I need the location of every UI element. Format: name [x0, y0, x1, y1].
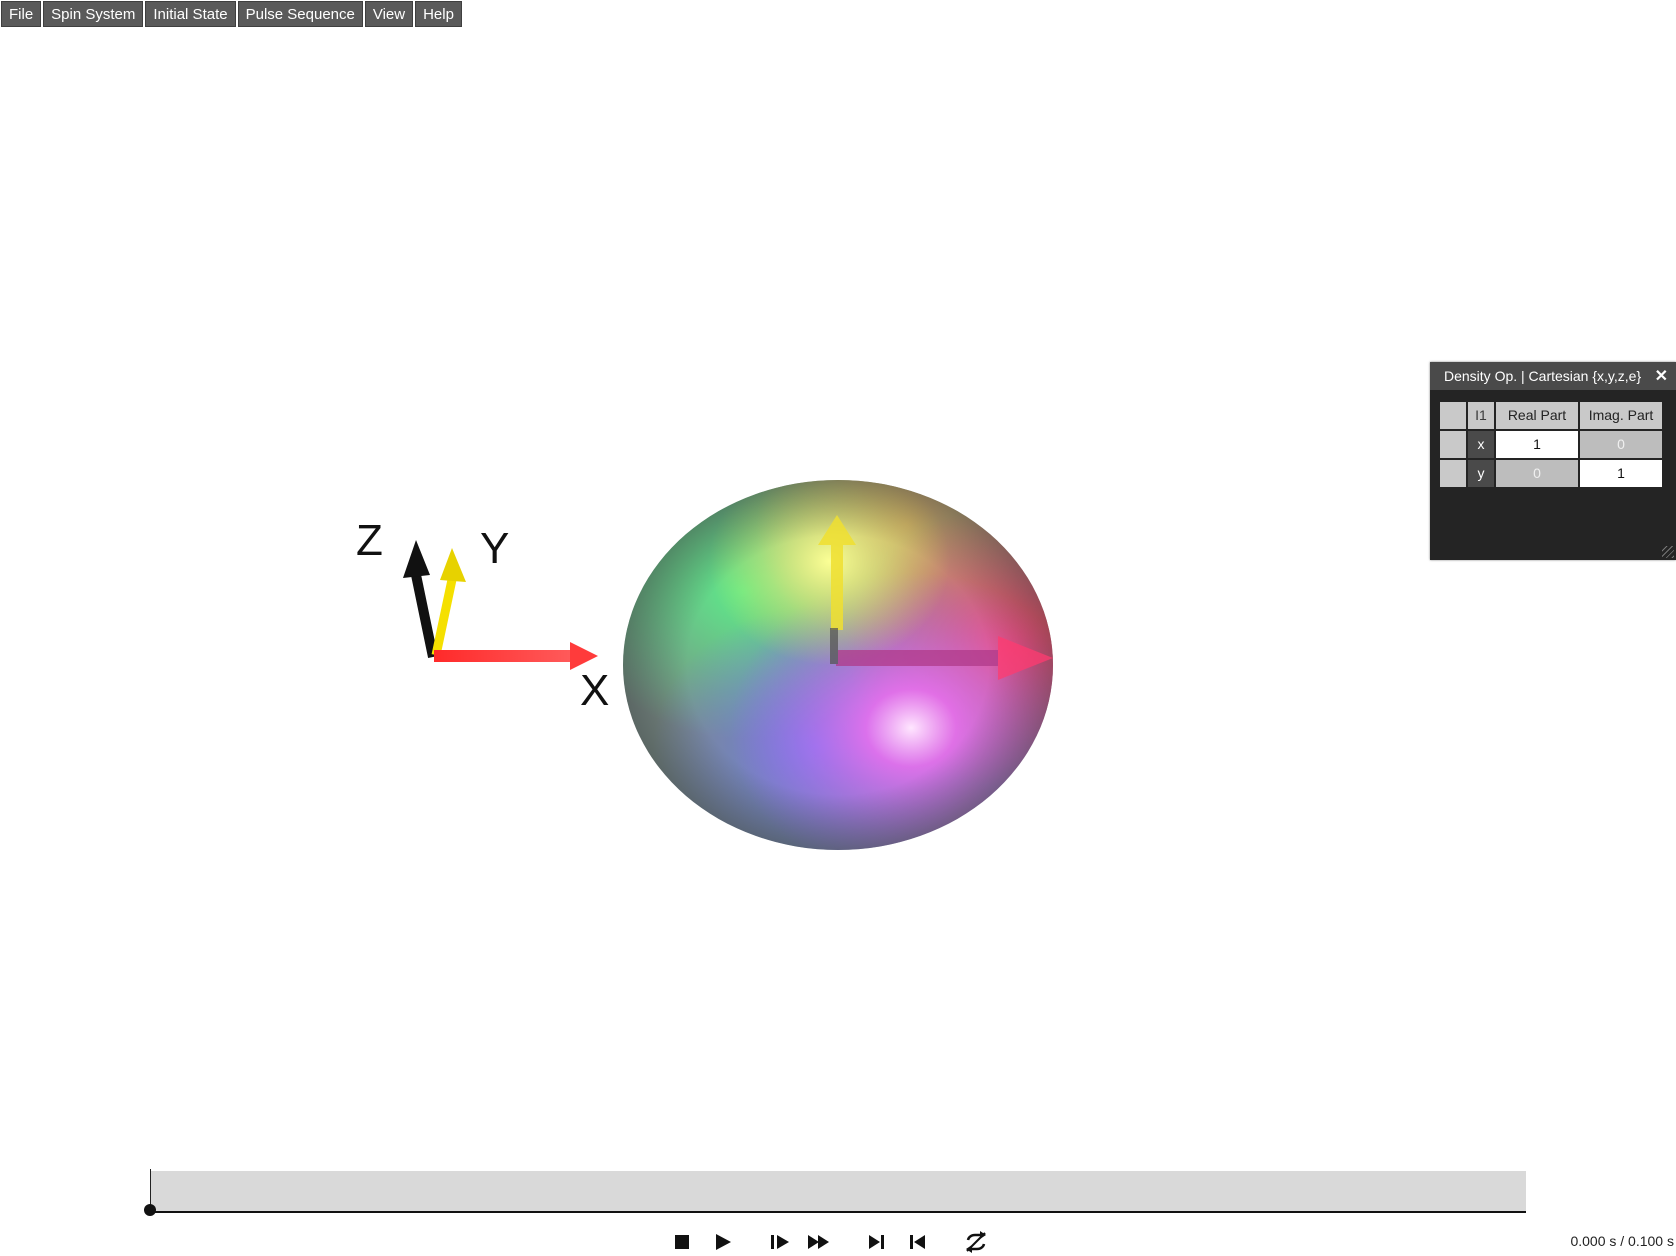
table-row: x 1 0: [1440, 431, 1662, 458]
density-matrix-table: I1 Real Part Imag. Part x 1 0 y 0 1: [1440, 402, 1662, 489]
resize-handle[interactable]: [1662, 546, 1674, 558]
real-part-header: Real Part: [1496, 402, 1578, 429]
pulse-timeline[interactable]: [150, 1171, 1526, 1213]
panel-header[interactable]: Density Op. | Cartesian {x,y,z,e} ✕: [1430, 362, 1676, 390]
panel-title: Density Op. | Cartesian {x,y,z,e}: [1444, 368, 1642, 384]
row-selector[interactable]: [1440, 460, 1466, 487]
axis-label-y: Y: [480, 524, 509, 573]
menu-bar: File Spin System Initial State Pulse Seq…: [1, 1, 462, 27]
imag-part-header: Imag. Part: [1580, 402, 1662, 429]
fast-forward-icon[interactable]: [806, 1230, 832, 1254]
x-imag-input[interactable]: 0: [1580, 431, 1662, 458]
table-row: y 0 1: [1440, 460, 1662, 487]
play-icon[interactable]: [712, 1230, 734, 1254]
close-icon[interactable]: ✕: [1655, 366, 1668, 386]
skip-to-end-icon[interactable]: [866, 1230, 888, 1254]
row-label-y: y: [1468, 460, 1494, 487]
density-operator-panel[interactable]: Density Op. | Cartesian {x,y,z,e} ✕ I1 R…: [1430, 362, 1676, 560]
stop-icon[interactable]: [672, 1230, 694, 1254]
y-real-input[interactable]: 0: [1496, 460, 1578, 487]
menu-view[interactable]: View: [364, 1, 414, 27]
y-imag-input[interactable]: 1: [1580, 460, 1662, 487]
skip-to-start-icon[interactable]: [906, 1230, 928, 1254]
axis-label-z: Z: [356, 516, 383, 565]
spin-label: I1: [1468, 402, 1494, 429]
menu-pulse-sequence[interactable]: Pulse Sequence: [237, 1, 363, 27]
row-label-x: x: [1468, 431, 1494, 458]
time-readout: 0.000 s / 0.100 s: [1570, 1233, 1674, 1249]
loop-icon[interactable]: [963, 1230, 989, 1254]
axis-label-x: X: [580, 666, 609, 715]
menu-file[interactable]: File: [1, 1, 42, 27]
step-forward-icon[interactable]: [768, 1230, 792, 1254]
table-header-row: I1 Real Part Imag. Part: [1440, 402, 1662, 429]
x-real-input[interactable]: 1: [1496, 431, 1578, 458]
row-selector[interactable]: [1440, 431, 1466, 458]
menu-spin-system[interactable]: Spin System: [43, 1, 144, 27]
3d-viewport[interactable]: Z Y X: [0, 30, 1676, 1160]
timeline-cursor: [150, 1169, 151, 1209]
corner-cell: [1440, 402, 1466, 429]
app-root: File Spin System Initial State Pulse Seq…: [0, 0, 1676, 1256]
timeline-scrubber[interactable]: [144, 1204, 156, 1216]
menu-initial-state[interactable]: Initial State: [145, 1, 236, 27]
menu-help[interactable]: Help: [415, 1, 462, 27]
